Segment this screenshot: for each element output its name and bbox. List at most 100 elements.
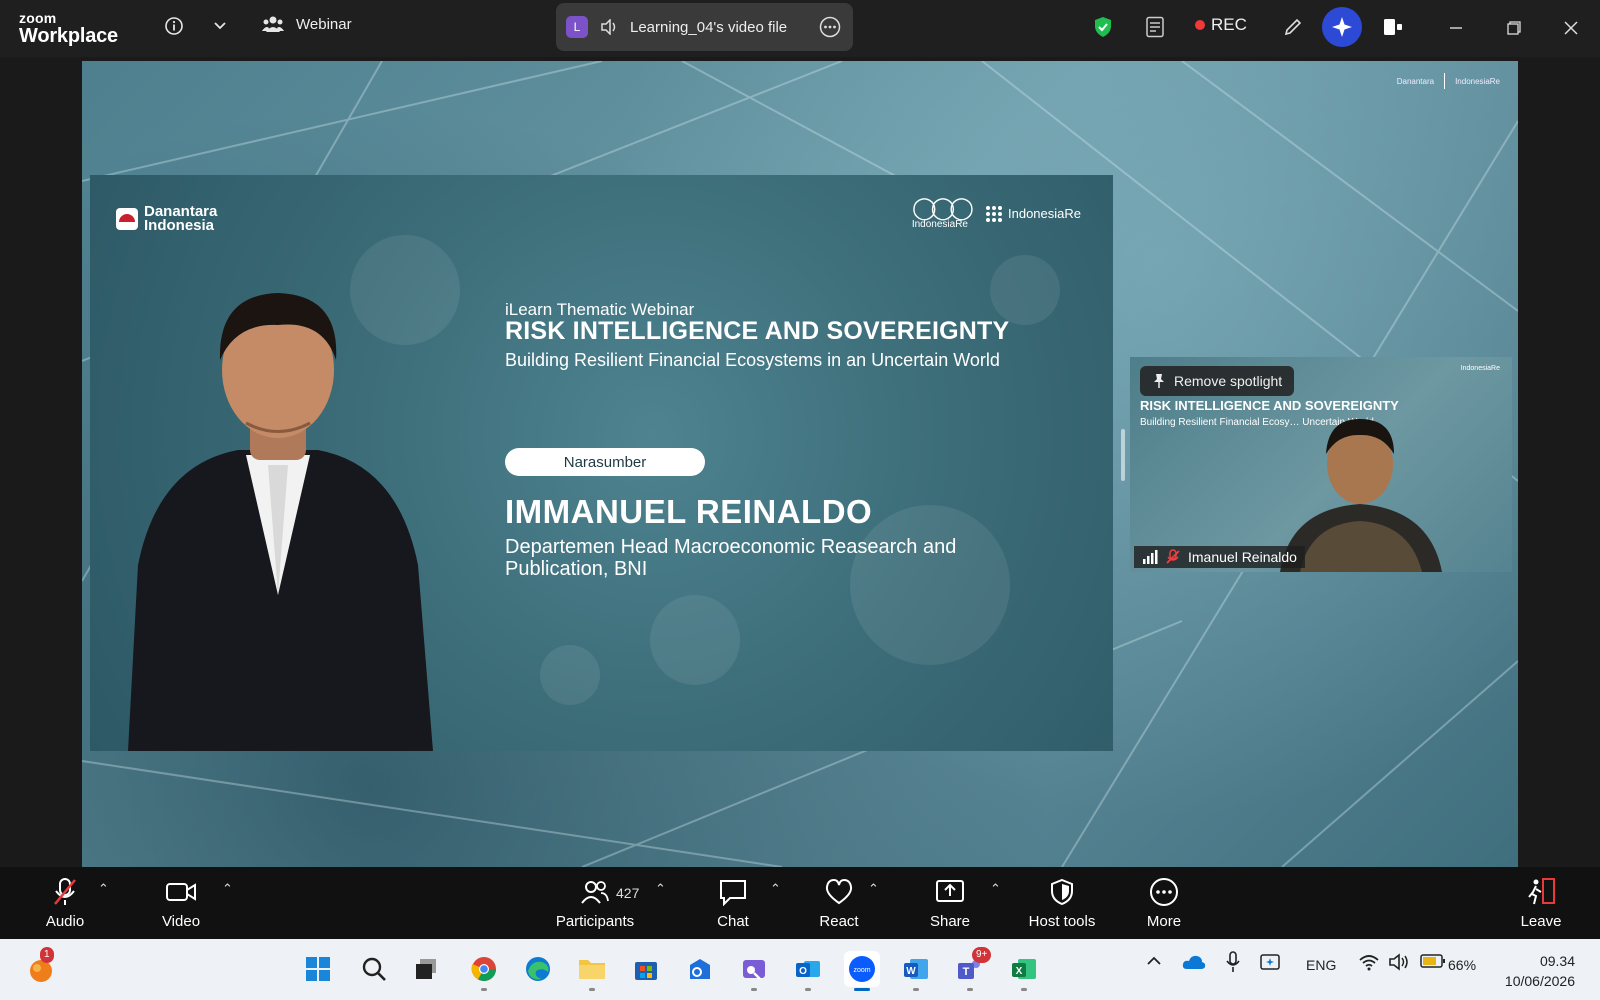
participant-count: 427 [616,885,640,901]
outlook-new-icon[interactable] [682,951,718,987]
chrome-icon[interactable] [466,951,502,991]
audio-options-caret[interactable]: ⌃ [98,881,109,897]
restore-icon[interactable] [1502,16,1526,40]
share-button[interactable]: Share [927,877,973,930]
remove-spotlight-button[interactable]: Remove spotlight [1140,366,1295,396]
chevron-down-icon[interactable] [208,14,232,38]
react-options-caret[interactable]: ⌃ [868,881,879,897]
logo-zoom-text: zoom [19,10,57,26]
pin-icon [1154,374,1164,388]
notes-icon[interactable] [1142,14,1168,40]
slide-title: RISK INTELLIGENCE AND SOVEREIGNTY [505,317,1010,345]
heart-icon [825,878,853,905]
annotate-pencil-icon[interactable] [1280,14,1306,40]
svg-text:T: T [963,966,970,978]
signal-strength-icon [1143,550,1158,564]
video-options-caret[interactable]: ⌃ [222,881,233,897]
leave-door-icon [1528,878,1555,905]
rings-icon: ◯◯◯ [911,195,974,220]
host-tools-button[interactable]: Host tools [1026,877,1098,930]
wifi-icon[interactable] [1358,953,1380,974]
participant-name: Imanuel Reinaldo [1188,549,1297,565]
stage-logo-danantara: Danantara [1396,76,1435,86]
stage-logo-indonesiare: IndonesiaRe [1455,76,1500,86]
chat-options-caret[interactable]: ⌃ [770,881,781,897]
file-explorer-icon[interactable] [574,951,610,991]
outlook-icon[interactable]: O [790,951,826,991]
spotlight-video-tile[interactable]: IndonesiaRe RISK INTELLIGENCE AND SOVERE… [1130,357,1512,572]
brand-line-2: Indonesia [144,217,215,234]
sharer-avatar: L [566,16,588,38]
excel-icon[interactable]: X [1006,951,1042,991]
system-clock[interactable]: 09.34 10/06/2026 [1497,951,1575,991]
snipping-tool-icon[interactable] [736,951,772,991]
svg-text:zoom: zoom [853,967,870,974]
webinar-indicator[interactable]: Webinar [262,14,352,34]
svg-text:X: X [1016,966,1023,977]
audio-button[interactable]: Audio [42,877,88,930]
volume-icon[interactable] [1388,953,1410,974]
clock-time: 09.34 [1539,953,1575,969]
search-icon[interactable] [356,951,392,987]
logo-workplace-text: Workplace [19,25,118,47]
shield-check-icon[interactable] [1090,14,1116,40]
chat-bubble-icon [720,880,746,906]
meeting-controls: Audio ⌃ Video ⌃ Participants 427 ⌃ Chat … [0,867,1600,939]
react-button[interactable]: React [817,877,861,930]
zoom-app-icon[interactable]: zoom [844,951,880,991]
participants-options-caret[interactable]: ⌃ [655,881,666,897]
record-dot-icon [1195,20,1205,30]
teams-badge: 9+ [972,947,992,963]
share-options-caret[interactable]: ⌃ [990,881,1001,897]
teams-icon[interactable]: T 9+ [952,947,992,991]
logo-separator [1444,73,1446,89]
indonesiare-institute-logo: IndonesiaRe [986,205,1081,222]
word-icon[interactable]: W [898,951,934,991]
chat-button[interactable]: Chat [712,877,754,930]
participant-nameplate: Imanuel Reinaldo [1134,546,1305,568]
muted-mic-icon [1166,549,1180,564]
battery-icon[interactable] [1420,953,1446,972]
more-options-icon[interactable] [819,16,841,38]
leave-button[interactable]: Leave [1520,877,1562,930]
speaker-role: Departemen Head Macroeconomic Reasearch … [505,536,957,580]
partner-logos: ◯◯◯ IndonesiaRe IndonesiaRe [911,195,1081,231]
close-icon[interactable] [1559,16,1583,40]
minimize-icon[interactable] [1444,16,1468,40]
more-button[interactable]: More [1143,877,1185,930]
shared-content-title: Learning_04's video file [630,18,788,36]
people-icon [262,16,284,32]
apps-panel-icon[interactable] [1380,14,1406,40]
recording-indicator[interactable]: REC [1195,15,1247,35]
notification-badge: 1 [40,947,54,963]
more-dots-icon [1150,878,1178,906]
ai-companion-icon[interactable] [1322,7,1362,47]
microsoft-store-icon[interactable] [628,951,664,987]
edge-icon[interactable] [520,951,556,987]
microphone-in-use-icon[interactable] [1225,951,1241,976]
stage-corner-logos: Danantara IndonesiaRe [1397,73,1500,89]
battery-percent: 66% [1448,957,1477,973]
title-bar: zoom Workplace Webinar L Learning_04's v… [0,0,1600,57]
copilot-tray-icon[interactable] [1260,952,1282,975]
indonesiare-logo: ◯◯◯ IndonesiaRe [911,195,974,231]
onedrive-cloud-icon[interactable] [1182,954,1206,973]
tile-corner-logo: IndonesiaRe [1460,365,1500,372]
widgets-icon[interactable]: 1 [22,947,58,987]
resize-handle[interactable] [1121,429,1125,481]
svg-text:W: W [906,966,916,977]
speaker-portrait [128,293,433,751]
task-view-icon[interactable] [408,951,444,987]
show-hidden-icons-chevron-icon[interactable] [1146,954,1162,971]
shield-icon [1051,878,1073,906]
video-button[interactable]: Video [158,877,204,930]
shared-content-pill[interactable]: L Learning_04's video file [556,3,853,51]
info-icon[interactable] [162,14,186,38]
start-windows-icon[interactable] [300,951,336,987]
mic-muted-icon [54,878,76,905]
zoom-workplace-logo: zoom Workplace [19,11,118,46]
danantara-mark-icon [116,208,138,230]
input-language[interactable]: ENG [1306,957,1336,973]
share-screen-icon [936,880,964,902]
presentation-slide: Danantara Indonesia ◯◯◯ IndonesiaRe Indo… [90,175,1113,751]
